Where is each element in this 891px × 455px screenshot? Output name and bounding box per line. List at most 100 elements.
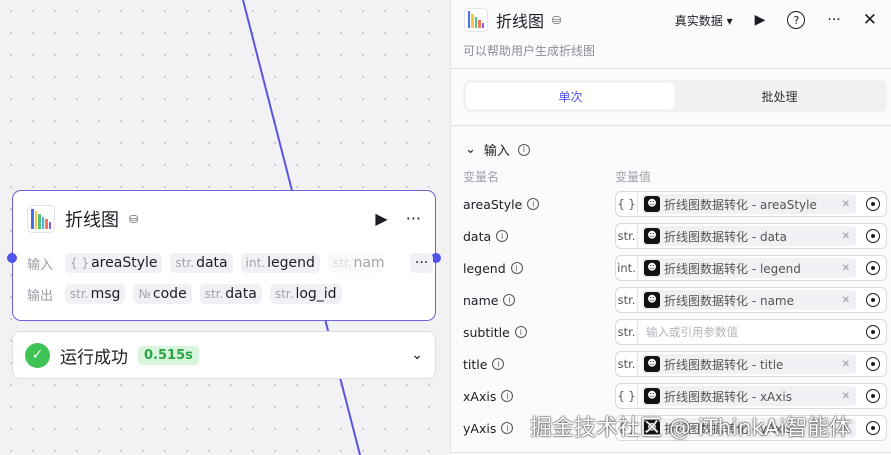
info-icon: i xyxy=(510,262,523,274)
type-tag: str. xyxy=(616,352,638,376)
clear-icon[interactable]: ✕ xyxy=(842,359,850,370)
variable-value-field[interactable]: str. ☻ 折线图数据转化 - data ✕ xyxy=(615,223,887,249)
input-port[interactable] xyxy=(7,253,17,263)
clear-icon[interactable]: ✕ xyxy=(842,391,850,402)
info-icon: i xyxy=(501,390,514,402)
column-value-header: 变量值 xyxy=(615,170,652,184)
reference-target-icon[interactable] xyxy=(866,261,880,275)
variable-name: yAxis xyxy=(463,420,497,436)
more-icon[interactable]: ··· xyxy=(406,209,421,228)
chart-logo-icon xyxy=(27,205,55,233)
watermark: 掘金技术社区 @ iThinkAi智能体 xyxy=(530,416,852,441)
reference-chip[interactable]: ☻ 折线图数据转化 - data ✕ xyxy=(642,226,856,246)
bot-icon: ☻ xyxy=(644,228,660,244)
input-label: 输入 xyxy=(27,257,54,273)
variable-name: legend xyxy=(463,260,506,276)
reference-target-icon[interactable] xyxy=(866,293,880,307)
reference-chip[interactable]: ☻ 折线图数据转化 - areaStyle ✕ xyxy=(642,194,856,214)
plugin-icon: ⛁ xyxy=(129,212,139,226)
tab-batch[interactable]: 批处理 xyxy=(675,83,884,109)
clear-icon[interactable]: ✕ xyxy=(842,295,850,306)
reference-chip[interactable]: ☻ 折线图数据转化 - xAxis ✕ xyxy=(642,386,856,406)
type-tag: { } xyxy=(616,192,638,216)
input-chip: str. nam xyxy=(327,253,384,273)
reference-target-icon[interactable] xyxy=(866,197,880,211)
variable-value-field[interactable]: int. ☻ 折线图数据转化 - legend ✕ xyxy=(615,255,887,281)
reference-target-icon[interactable] xyxy=(866,229,880,243)
close-icon[interactable]: ✕ xyxy=(863,10,877,30)
node-detail-panel: 折线图 ⛁ 真实数据 ▾ ▶ ? ··· ✕ 可以帮助用户生成折线图 单次 批处… xyxy=(450,0,891,455)
variable-name: subtitle xyxy=(463,324,510,340)
data-mode-select[interactable]: 真实数据 ▾ xyxy=(675,12,733,29)
variable-value-field[interactable]: str. 输入或引用参数值 xyxy=(615,319,887,345)
input-section-header[interactable]: ⌄ 输入 i xyxy=(465,140,530,159)
info-icon: i xyxy=(501,422,514,434)
chevron-down-icon: ⌄ xyxy=(465,142,476,157)
panel-description: 可以帮助用户生成折线图 xyxy=(463,44,596,58)
more-icon[interactable]: ··· xyxy=(827,12,840,28)
check-icon: ✓ xyxy=(25,342,50,368)
line-chart-node[interactable]: 折线图 ⛁ ▶ ··· 输入 { } areaStyle str. data int.… xyxy=(7,190,441,321)
input-chip: { } areaStyle xyxy=(65,253,163,273)
output-chip: str. data xyxy=(199,284,262,304)
variable-row: title i str. ☻ 折线图数据转化 - title ✕ xyxy=(463,351,887,377)
node-title: 折线图 xyxy=(65,210,119,231)
run-time-badge: 0.515s xyxy=(138,345,199,365)
reference-target-icon[interactable] xyxy=(866,389,880,403)
variable-value-field[interactable]: { } ☻ 折线图数据转化 - xAxis ✕ xyxy=(615,383,887,409)
chevron-down-icon[interactable]: ⌄ xyxy=(411,347,423,363)
variable-name: data xyxy=(463,228,492,244)
type-tag: int. xyxy=(616,256,638,280)
clear-icon[interactable]: ✕ xyxy=(842,231,850,242)
variable-name: title xyxy=(463,356,488,372)
run-icon[interactable]: ▶ xyxy=(755,12,766,28)
output-label: 输出 xyxy=(27,288,54,304)
variable-value-field[interactable]: str. ☻ 折线图数据转化 - name ✕ xyxy=(615,287,887,313)
bot-icon: ☻ xyxy=(644,356,660,372)
tab-single[interactable]: 单次 xyxy=(466,83,675,109)
info-icon: i xyxy=(496,230,509,242)
reference-target-icon[interactable] xyxy=(866,357,880,371)
help-icon[interactable]: ? xyxy=(787,11,806,29)
info-icon: i xyxy=(517,143,530,156)
variable-value-field[interactable]: { } ☻ 折线图数据转化 - areaStyle ✕ xyxy=(615,191,887,217)
type-tag: str. xyxy=(616,320,638,344)
more-inputs-button[interactable]: ··· xyxy=(409,253,434,273)
info-icon: i xyxy=(492,358,505,370)
type-tag: str. xyxy=(616,288,638,312)
chart-logo-icon xyxy=(464,8,488,32)
type-tag: str. xyxy=(616,224,638,248)
variable-name: areaStyle xyxy=(463,196,523,212)
variable-value-field[interactable]: str. ☻ 折线图数据转化 - title ✕ xyxy=(615,351,887,377)
clear-icon[interactable]: ✕ xyxy=(842,263,850,274)
bot-icon: ☻ xyxy=(644,388,660,404)
input-chip: str. data xyxy=(170,253,233,273)
variable-row: name i str. ☻ 折线图数据转化 - name ✕ xyxy=(463,287,887,313)
value-input[interactable]: 输入或引用参数值 xyxy=(638,324,860,340)
divider xyxy=(451,125,891,126)
clear-icon[interactable]: ✕ xyxy=(842,199,850,210)
column-name-header: 变量名 xyxy=(463,170,500,184)
reference-target-icon[interactable] xyxy=(866,421,880,435)
workflow-canvas[interactable]: 折线图 ⛁ ▶ ··· 输入 { } areaStyle str. data int.… xyxy=(0,0,450,455)
reference-chip[interactable]: ☻ 折线图数据转化 - title ✕ xyxy=(642,354,856,374)
run-status-bar[interactable]: ✓ 运行成功 0.515s ⌄ xyxy=(12,331,436,379)
info-icon: i xyxy=(514,326,527,338)
divider xyxy=(451,68,891,69)
variable-row: xAxis i { } ☻ 折线图数据转化 - xAxis ✕ xyxy=(463,383,887,409)
panel-title: 折线图 xyxy=(496,12,545,31)
plugin-icon: ⛁ xyxy=(552,13,562,27)
reference-chip[interactable]: ☻ 折线图数据转化 - name ✕ xyxy=(642,290,856,310)
bot-icon: ☻ xyxy=(644,260,660,276)
divider xyxy=(451,452,891,453)
variable-row: subtitle i str. 输入或引用参数值 xyxy=(463,319,887,345)
type-tag: { } xyxy=(616,384,638,408)
info-icon: i xyxy=(503,294,516,306)
output-chip: str. msg xyxy=(65,284,126,304)
run-icon[interactable]: ▶ xyxy=(375,209,387,228)
reference-target-icon[interactable] xyxy=(866,325,880,339)
output-chip: № code xyxy=(133,284,192,304)
reference-chip[interactable]: ☻ 折线图数据转化 - legend ✕ xyxy=(642,258,856,278)
variable-name: xAxis xyxy=(463,388,497,404)
output-chip: str. log_id xyxy=(269,284,342,304)
